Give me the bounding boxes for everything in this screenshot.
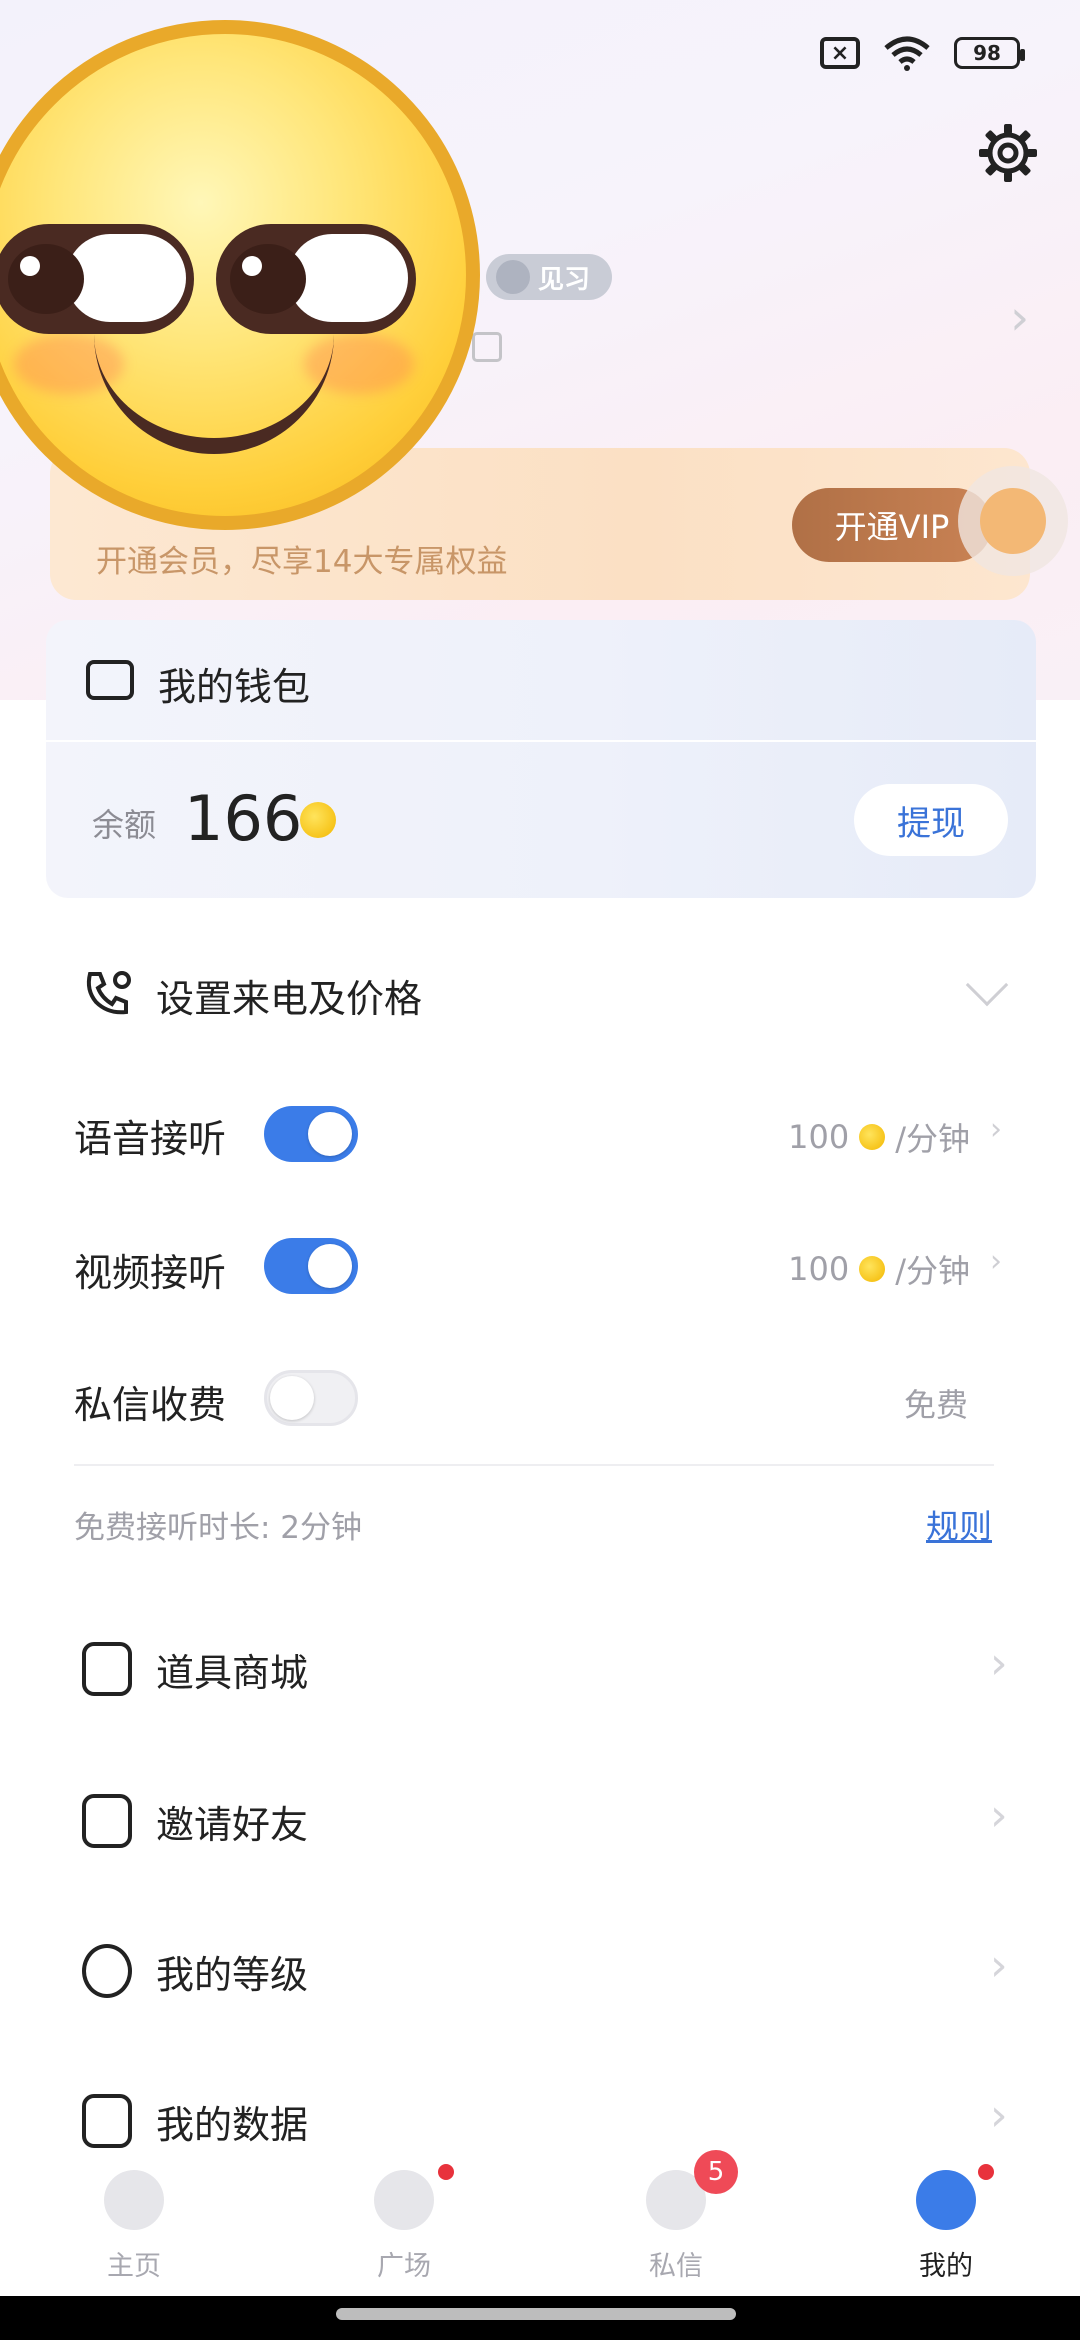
message-fee-toggle[interactable] bbox=[264, 1370, 358, 1426]
compass-icon bbox=[374, 2170, 434, 2230]
divider bbox=[74, 1464, 994, 1466]
wallet-icon bbox=[86, 660, 134, 700]
balance-value: 166 bbox=[184, 782, 303, 855]
call-settings-title: 设置来电及价格 bbox=[156, 977, 423, 1021]
battery-level: 98 bbox=[973, 41, 1001, 65]
right-eye bbox=[216, 224, 416, 334]
level-icon bbox=[82, 1944, 132, 1998]
wallet-divider bbox=[46, 740, 1036, 742]
message-fee-value: 免费 bbox=[904, 1386, 969, 1424]
me-icon bbox=[916, 2170, 976, 2230]
tab-square[interactable]: 广场 bbox=[324, 2170, 484, 2283]
left-eye bbox=[0, 224, 194, 334]
wifi-icon bbox=[884, 36, 930, 71]
vip-subtitle: 开通会员，尽享14大专属权益 bbox=[96, 544, 508, 580]
rules-link[interactable]: 规则 bbox=[926, 1500, 992, 1548]
tab-home[interactable]: 主页 bbox=[54, 2170, 214, 2283]
bottom-tab-bar: 主页 广场 私信 5 我的 bbox=[0, 2150, 1080, 2290]
free-duration-text: 免费接听时长: 2分钟 bbox=[74, 1510, 363, 1546]
balance-label: 余额 bbox=[92, 806, 157, 844]
voice-price-unit: /分钟 bbox=[895, 1120, 970, 1158]
tab-label: 我的 bbox=[919, 2251, 973, 2282]
shield-icon bbox=[496, 260, 530, 294]
chevron-right-icon: › bbox=[990, 1940, 1008, 1991]
tab-label: 私信 bbox=[649, 2251, 703, 2282]
chevron-right-icon[interactable]: › bbox=[990, 1112, 1002, 1147]
video-price-value: 100 bbox=[788, 1250, 850, 1288]
chevron-right-icon: › bbox=[990, 2090, 1008, 2141]
unread-count-badge: 5 bbox=[694, 2150, 738, 2194]
coin-icon bbox=[300, 802, 336, 838]
voice-price-value: 100 bbox=[788, 1118, 850, 1156]
level-badge: 见习 bbox=[486, 254, 612, 300]
bag-icon bbox=[82, 1642, 132, 1696]
invite-icon bbox=[82, 1794, 132, 1848]
accessibility-float-icon[interactable] bbox=[958, 466, 1068, 576]
chart-icon bbox=[82, 2094, 132, 2148]
status-bar: × 98 bbox=[820, 34, 1025, 72]
menu-item-label: 我的数据 bbox=[156, 2103, 309, 2147]
tab-label: 主页 bbox=[107, 2251, 161, 2282]
menu-item-label: 我的等级 bbox=[156, 1953, 309, 1997]
chevron-right-icon: › bbox=[990, 1638, 1008, 1689]
message-fee-label: 私信收费 bbox=[74, 1383, 227, 1427]
video-answer-toggle[interactable] bbox=[264, 1238, 358, 1294]
copy-icon[interactable] bbox=[472, 332, 502, 362]
menu-item-label: 道具商城 bbox=[156, 1651, 309, 1695]
settings-gear-icon[interactable] bbox=[975, 120, 1041, 186]
voice-answer-toggle[interactable] bbox=[264, 1106, 358, 1162]
menu-item-prop-store[interactable]: 道具商城 › bbox=[0, 1612, 1080, 1732]
tab-label: 广场 bbox=[377, 2251, 431, 2282]
wallet-title: 我的钱包 bbox=[158, 665, 311, 709]
video-answer-label: 视频接听 bbox=[74, 1251, 227, 1295]
no-sim-icon: × bbox=[820, 37, 860, 69]
voice-price[interactable]: 100 /分钟 bbox=[788, 1114, 970, 1160]
notification-dot bbox=[978, 2164, 994, 2180]
home-icon bbox=[104, 2170, 164, 2230]
menu-item-label: 邀请好友 bbox=[156, 1803, 309, 1847]
chevron-down-icon[interactable] bbox=[965, 963, 1009, 1007]
menu-item-my-level[interactable]: 我的等级 › bbox=[0, 1914, 1080, 2034]
coin-icon bbox=[859, 1256, 886, 1282]
withdraw-button[interactable]: 提现 bbox=[854, 784, 1008, 856]
chevron-right-icon[interactable]: › bbox=[990, 1244, 1002, 1279]
battery-icon: 98 bbox=[954, 37, 1025, 69]
video-price-unit: /分钟 bbox=[895, 1252, 970, 1290]
coin-icon bbox=[859, 1124, 886, 1150]
voice-answer-label: 语音接听 bbox=[74, 1117, 227, 1161]
level-badge-label: 见习 bbox=[537, 264, 590, 295]
chevron-right-icon: › bbox=[990, 1790, 1008, 1841]
video-price[interactable]: 100 /分钟 bbox=[788, 1246, 970, 1292]
phone-settings-icon bbox=[86, 971, 131, 1015]
smile-mouth bbox=[94, 334, 334, 454]
menu-item-invite-friends[interactable]: 邀请好友 › bbox=[0, 1764, 1080, 1884]
profile-chevron-icon[interactable]: › bbox=[1010, 290, 1029, 346]
notification-dot bbox=[438, 2164, 454, 2180]
tab-me[interactable]: 我的 bbox=[866, 2170, 1026, 2283]
home-indicator bbox=[0, 2296, 1080, 2340]
